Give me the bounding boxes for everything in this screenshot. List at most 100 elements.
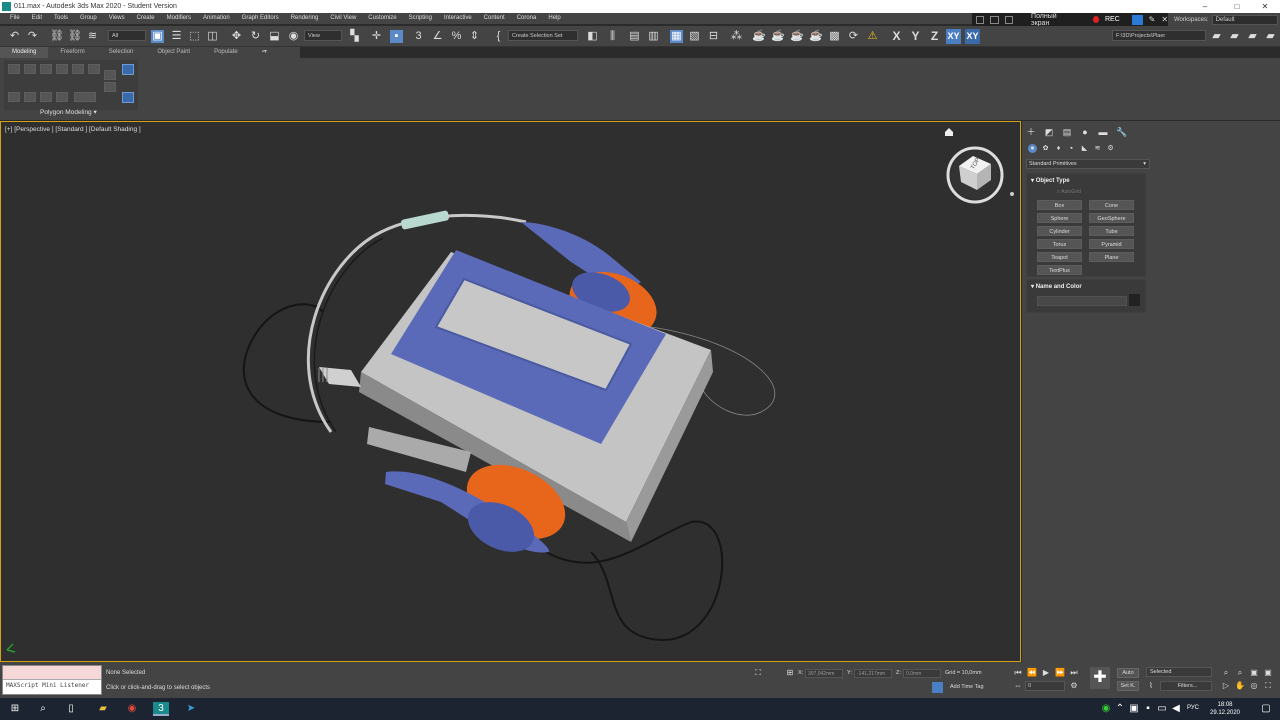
undo-icon[interactable]: ↶ bbox=[8, 30, 21, 43]
menu-help[interactable]: Help bbox=[542, 13, 566, 24]
motion-tab-icon[interactable]: ● bbox=[1080, 127, 1090, 137]
filters-button[interactable]: Filters... bbox=[1160, 681, 1212, 691]
pyramid-button[interactable]: Pyramid bbox=[1089, 239, 1134, 249]
axis-z-button[interactable]: Z bbox=[927, 29, 942, 44]
ribbon-tool-icon[interactable] bbox=[40, 92, 52, 102]
spacewarps-icon[interactable]: ≋ bbox=[1093, 144, 1102, 153]
reference-coordinate-dropdown[interactable]: View bbox=[304, 30, 342, 41]
polygon-modeling-label[interactable]: Polygon Modeling ▾ bbox=[40, 108, 97, 116]
orbit-icon[interactable]: ◎ bbox=[1249, 681, 1259, 691]
display-tab-icon[interactable]: ▬ bbox=[1098, 127, 1108, 137]
move-icon[interactable]: ✥ bbox=[230, 30, 243, 43]
previous-frame-icon[interactable]: ⏪ bbox=[1027, 668, 1037, 678]
ribbon-tool-icon[interactable] bbox=[40, 64, 52, 74]
set-key-icon[interactable]: ✚ bbox=[1090, 667, 1110, 689]
rec-button[interactable]: REC bbox=[1105, 16, 1120, 23]
pan-icon[interactable]: ✋ bbox=[1235, 681, 1245, 691]
home-icon[interactable] bbox=[945, 128, 953, 136]
axis-x-button[interactable]: X bbox=[889, 29, 904, 44]
placement-icon[interactable]: ◉ bbox=[287, 30, 300, 43]
key-tangent-icon[interactable]: ⌇ bbox=[1146, 681, 1156, 691]
zoom-all-icon[interactable]: ⌕ bbox=[1235, 668, 1245, 678]
telegram-icon[interactable]: ➤ bbox=[183, 702, 199, 716]
menu-scripting[interactable]: Scripting bbox=[403, 13, 438, 24]
object-name-field[interactable] bbox=[1037, 296, 1127, 306]
object-color-swatch[interactable] bbox=[1129, 294, 1140, 306]
autogrid-checkbox[interactable]: □ AutoGrid bbox=[1057, 189, 1081, 195]
project-path-dropdown[interactable]: F:\3D\Projects\Plaer bbox=[1112, 30, 1206, 41]
axis-y-button[interactable]: Y bbox=[908, 29, 923, 44]
ribbon-tool-icon[interactable] bbox=[8, 92, 20, 102]
ribbon-tool-icon[interactable] bbox=[104, 70, 116, 80]
redo-icon[interactable]: ↷ bbox=[26, 30, 39, 43]
tab-populate[interactable]: Populate bbox=[202, 47, 250, 58]
key-filter-dropdown[interactable]: Selected bbox=[1146, 667, 1212, 677]
ribbon-tool-icon[interactable] bbox=[24, 64, 36, 74]
menu-views[interactable]: Views bbox=[103, 13, 131, 24]
box-button[interactable]: Box bbox=[1037, 200, 1082, 210]
select-manipulate-icon[interactable]: ✛ bbox=[370, 30, 383, 43]
primitive-type-dropdown[interactable]: Standard Primitives ▾ bbox=[1026, 159, 1150, 169]
named-selection-set-dropdown[interactable]: Create Selection Set bbox=[508, 30, 578, 41]
pivot-center-icon[interactable]: ▚ bbox=[348, 30, 361, 43]
angle-snap-icon[interactable]: ∠ bbox=[431, 30, 444, 43]
curve-editor-icon[interactable]: ▧ bbox=[688, 30, 701, 43]
helpers-icon[interactable]: ◣ bbox=[1080, 144, 1089, 153]
name-and-color-header[interactable]: ▾ Name and Color bbox=[1027, 280, 1145, 290]
set-key-button[interactable]: Set K. bbox=[1117, 681, 1139, 691]
cone-button[interactable]: Cone bbox=[1089, 200, 1134, 210]
tab-modeling[interactable]: Modeling bbox=[0, 47, 49, 58]
menu-modifiers[interactable]: Modifiers bbox=[161, 13, 197, 24]
ribbon-tool-icon[interactable] bbox=[56, 64, 68, 74]
torus-button[interactable]: Torus bbox=[1037, 239, 1082, 249]
rendered-frame-window-icon[interactable]: ☕ bbox=[771, 30, 785, 43]
systems-icon[interactable]: ⚙ bbox=[1106, 144, 1115, 153]
maxscript-input[interactable] bbox=[3, 666, 101, 680]
window-icon[interactable] bbox=[990, 15, 999, 24]
select-object-icon[interactable]: ▣ bbox=[151, 30, 164, 43]
play-icon[interactable]: ▶ bbox=[1041, 668, 1051, 678]
snaps-toggle-icon[interactable]: 3 bbox=[412, 30, 425, 43]
scene-explorer-icon[interactable]: ▤ bbox=[628, 30, 641, 43]
pen-icon[interactable]: ✎ bbox=[1149, 15, 1156, 24]
file-explorer-icon[interactable]: ▰ bbox=[95, 702, 111, 716]
go-to-end-icon[interactable]: ⏭ bbox=[1069, 668, 1079, 678]
zoom-extents-all-icon[interactable]: ▣ bbox=[1263, 668, 1273, 678]
task-view-icon[interactable]: ▯ bbox=[63, 702, 79, 716]
rect-selection-icon[interactable]: ⬚ bbox=[188, 30, 201, 43]
auto-key-button[interactable]: Auto bbox=[1117, 668, 1139, 678]
tube-button[interactable]: Tube bbox=[1089, 226, 1134, 236]
field-of-view-icon[interactable]: ▷ bbox=[1221, 681, 1231, 691]
ribbon-mode-icon[interactable] bbox=[122, 92, 134, 103]
zoom-icon[interactable]: ⌕ bbox=[1221, 668, 1231, 678]
select-by-name-icon[interactable]: ☰ bbox=[170, 30, 183, 43]
ribbon-tool-icon[interactable] bbox=[74, 92, 96, 102]
menu-rendering[interactable]: Rendering bbox=[285, 13, 325, 24]
percent-snap-icon[interactable]: % bbox=[450, 30, 463, 43]
project-icon[interactable]: ▰ bbox=[1228, 30, 1241, 43]
link-icon[interactable]: ⛓ bbox=[50, 30, 64, 43]
menu-interactive[interactable]: Interactive bbox=[438, 13, 478, 24]
isolate-icon[interactable]: ⛶ bbox=[753, 668, 763, 678]
project-icon[interactable]: ▰ bbox=[1246, 30, 1259, 43]
bind-spacewarp-icon[interactable]: ≋ bbox=[86, 30, 99, 43]
volume-icon[interactable]: ◀ bbox=[1168, 702, 1184, 716]
axis-xy-button[interactable]: XY bbox=[946, 29, 961, 44]
geosphere-button[interactable]: GeoSphere bbox=[1089, 213, 1134, 223]
time-tag-icon[interactable] bbox=[932, 682, 943, 693]
next-frame-icon[interactable]: ⏩ bbox=[1055, 668, 1065, 678]
spinner-snap-icon[interactable]: ⇕ bbox=[468, 30, 481, 43]
material-editor-icon[interactable]: ⁂ bbox=[730, 30, 743, 43]
menu-edit[interactable]: Edit bbox=[26, 13, 48, 24]
object-type-header[interactable]: ▾ Object Type bbox=[1027, 174, 1145, 184]
layer-explorer-icon[interactable]: ▥ bbox=[647, 30, 660, 43]
workspace-dropdown[interactable]: Default bbox=[1211, 14, 1278, 25]
close-icon[interactable]: ✕ bbox=[1250, 0, 1280, 13]
windows-start-icon[interactable]: ⊞ bbox=[7, 702, 23, 716]
mirror-icon[interactable]: ◧ bbox=[586, 30, 599, 43]
render-in-cloud-icon[interactable]: ▩ bbox=[828, 30, 841, 43]
render-iterative-icon[interactable]: ☕ bbox=[809, 30, 823, 43]
menu-animation[interactable]: Animation bbox=[197, 13, 236, 24]
y-coordinate-field[interactable]: -141,217mm bbox=[854, 669, 892, 678]
perspective-viewport[interactable]: [+] [Perspective ] [Standard ] [Default … bbox=[0, 121, 1021, 662]
